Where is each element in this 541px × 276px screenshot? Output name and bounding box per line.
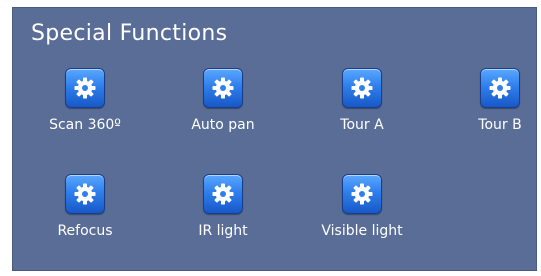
gear-icon[interactable] — [203, 68, 243, 108]
gear-icon[interactable] — [65, 68, 105, 108]
button-label: Refocus — [57, 223, 113, 239]
gear-icon[interactable] — [65, 174, 105, 214]
button-label: Tour B — [478, 117, 522, 133]
special-functions-panel: Special Functions Scan 360º Auto pan Tou… — [12, 7, 537, 271]
gear-icon[interactable] — [342, 174, 382, 214]
button-label: Auto pan — [191, 117, 255, 133]
gear-icon[interactable] — [480, 68, 520, 108]
auto-pan-button[interactable]: Auto pan — [163, 68, 283, 133]
tour-b-button[interactable]: Tour B — [440, 68, 541, 133]
button-label: Tour A — [340, 117, 384, 133]
visible-light-button[interactable]: Visible light — [302, 174, 422, 239]
panel-title: Special Functions — [31, 21, 228, 46]
scan-360-button[interactable]: Scan 360º — [25, 68, 145, 133]
button-label: Visible light — [321, 223, 403, 239]
gear-icon[interactable] — [203, 174, 243, 214]
refocus-button[interactable]: Refocus — [25, 174, 145, 239]
button-label: IR light — [198, 223, 248, 239]
gear-icon[interactable] — [342, 68, 382, 108]
ir-light-button[interactable]: IR light — [163, 174, 283, 239]
tour-a-button[interactable]: Tour A — [302, 68, 422, 133]
button-label: Scan 360º — [49, 117, 121, 133]
